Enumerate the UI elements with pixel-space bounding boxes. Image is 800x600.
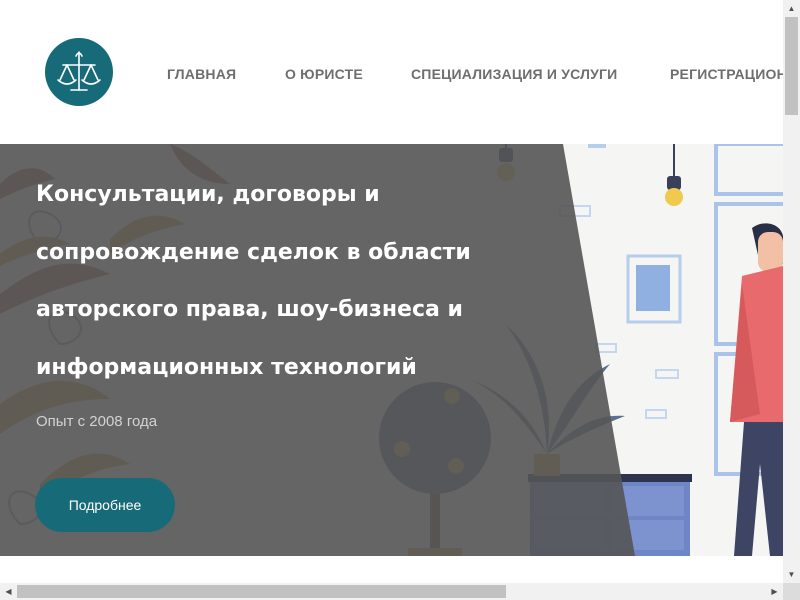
nav-item-registration[interactable]: РЕГИСТРАЦИОН — [670, 66, 783, 82]
scales-of-justice-icon — [57, 51, 101, 91]
hero-subtitle: Опыт с 2008 года — [36, 413, 158, 430]
site-header: ГЛАВНАЯ О ЮРИСТЕ СПЕЦИАЛИЗАЦИЯ И УСЛУГИ … — [0, 0, 783, 144]
nav-item-about[interactable]: О ЮРИСТЕ — [285, 66, 363, 82]
scrollbar-corner — [783, 583, 800, 600]
horizontal-scrollbar[interactable]: ◀ ▶ — [0, 583, 783, 600]
scroll-up-arrow-icon[interactable]: ▲ — [783, 0, 800, 17]
vertical-scroll-thumb[interactable] — [785, 17, 798, 115]
browser-viewport: ГЛАВНАЯ О ЮРИСТЕ СПЕЦИАЛИЗАЦИЯ И УСЛУГИ … — [0, 0, 783, 583]
nav-item-home[interactable]: ГЛАВНАЯ — [167, 66, 236, 82]
scroll-right-arrow-icon[interactable]: ▶ — [766, 583, 783, 600]
hero-banner: Консультации, договоры и сопровождение с… — [0, 144, 783, 556]
vertical-scrollbar[interactable]: ▲ ▼ — [783, 0, 800, 583]
scroll-down-arrow-icon[interactable]: ▼ — [783, 566, 800, 583]
nav-item-services[interactable]: СПЕЦИАЛИЗАЦИЯ И УСЛУГИ — [411, 66, 617, 82]
hero-title: Консультации, договоры и сопровождение с… — [36, 182, 471, 380]
horizontal-scroll-thumb[interactable] — [17, 585, 506, 598]
more-details-button[interactable]: Подробнее — [35, 478, 175, 532]
site-logo[interactable] — [45, 38, 113, 106]
scroll-left-arrow-icon[interactable]: ◀ — [0, 583, 17, 600]
